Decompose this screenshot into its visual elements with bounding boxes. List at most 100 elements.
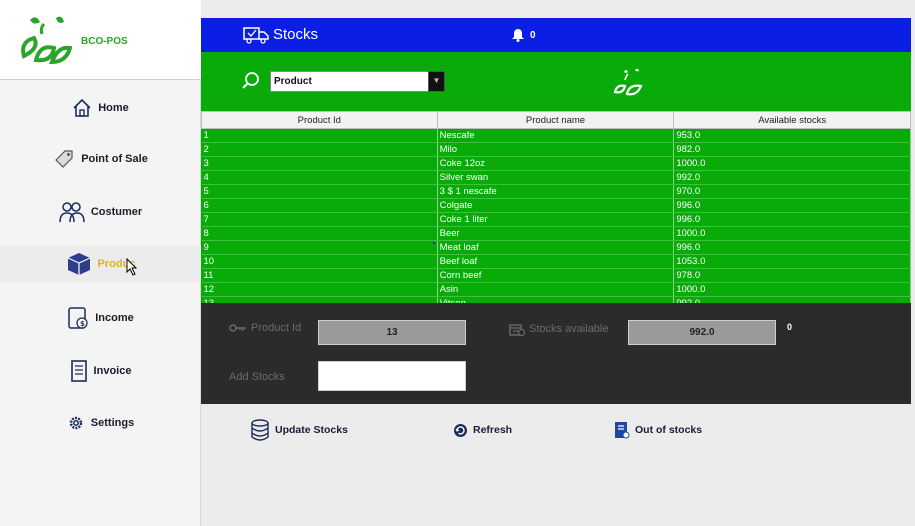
main-content: Stocks 0 ▼ <box>201 0 915 526</box>
add-stocks-input[interactable] <box>318 361 466 391</box>
cell-available-stocks[interactable]: 1000.0 <box>673 156 911 171</box>
sidebar-item-point-of-sale[interactable]: Point of Sale <box>0 141 201 177</box>
cell-available-stocks[interactable]: 970.0 <box>673 184 911 199</box>
cell-product-id[interactable]: 7 <box>201 212 438 227</box>
cell-product-name[interactable]: Silver swan <box>437 170 675 185</box>
sidebar-item-settings[interactable]: Settings <box>0 405 201 441</box>
mouse-cursor-icon <box>126 258 138 276</box>
cell-product-name[interactable]: Coke 12oz <box>437 156 675 171</box>
cell-product-id[interactable]: 1 <box>201 128 438 143</box>
table-row[interactable]: 8 Beer 1000.0 <box>201 226 911 241</box>
cell-product-id[interactable]: 10 <box>201 254 438 269</box>
table-row[interactable]: 3 Coke 12oz 1000.0 <box>201 156 911 171</box>
header-bar: Stocks 0 <box>201 18 911 52</box>
cell-product-id[interactable]: 3 <box>201 156 438 171</box>
out-of-stocks-button[interactable]: Out of stocks <box>614 418 702 442</box>
refresh-button[interactable]: Refresh <box>453 418 512 442</box>
app-window: BCO-POS Home Point of Sale Costumer Prod… <box>0 0 915 526</box>
cell-available-stocks[interactable]: 953.0 <box>673 128 911 143</box>
delivery-truck-icon <box>243 27 269 44</box>
sidebar-item-costumer[interactable]: Costumer <box>0 194 201 230</box>
column-header-product-name[interactable]: Product name <box>436 111 675 129</box>
stock-counter-value: 0 <box>787 322 793 332</box>
notification-count: 0 <box>530 30 536 41</box>
sidebar-item-home[interactable]: Home <box>0 90 201 126</box>
sidebar-item-label: Home <box>98 102 129 114</box>
cell-product-name[interactable]: Asin <box>437 282 675 297</box>
leaf-logo-icon <box>21 16 72 65</box>
table-row[interactable]: 10 Beef loaf 1053.0 <box>201 254 911 269</box>
cell-available-stocks[interactable]: 1000.0 <box>673 226 911 241</box>
cell-product-id[interactable]: 4 <box>201 170 438 185</box>
add-stocks-label-text: Add Stocks <box>229 371 285 383</box>
table-row[interactable]: 12 Asin 1000.0 <box>201 282 911 297</box>
cell-available-stocks[interactable]: 982.0 <box>673 142 911 157</box>
sidebar-item-label: Point of Sale <box>81 153 148 165</box>
logo-area: BCO-POS <box>0 0 201 80</box>
stocks-available-field[interactable]: 992.0 <box>628 320 776 345</box>
chevron-down-icon[interactable]: ▼ <box>428 71 445 92</box>
out-of-stocks-label: Out of stocks <box>635 424 703 436</box>
table-row[interactable]: 1 Nescafe 953.0 <box>201 128 911 143</box>
cell-available-stocks[interactable]: 978.0 <box>673 268 911 283</box>
cell-available-stocks[interactable]: 1000.0 <box>673 282 911 297</box>
search-bar-area: ▼ <box>201 52 911 111</box>
table-row[interactable]: 2 Milo 982.0 <box>201 142 911 157</box>
cell-product-name[interactable]: 3 $ 1 nescafe <box>437 184 675 199</box>
cell-product-name[interactable]: Meat loaf <box>437 240 675 255</box>
product-id-field[interactable]: 13 <box>318 320 466 345</box>
cell-product-name[interactable]: Colgate <box>437 198 675 213</box>
update-stocks-label: Update Stocks <box>275 424 348 436</box>
cell-available-stocks[interactable]: 996.0 <box>673 240 911 255</box>
update-stocks-button[interactable]: Update Stocks <box>250 418 348 442</box>
database-icon <box>251 419 269 441</box>
cell-available-stocks[interactable]: 1053.0 <box>673 254 911 269</box>
sidebar-item-label: Income <box>95 312 134 324</box>
cell-available-stocks[interactable]: 992.0 <box>673 170 911 185</box>
cell-product-name[interactable]: Milo <box>437 142 675 157</box>
cell-product-id[interactable]: 11 <box>201 268 438 283</box>
table-row[interactable]: 7 Coke 1 liter 996.0 <box>201 212 911 227</box>
table-row[interactable]: 4 Silver swan 992.0 <box>201 170 911 185</box>
cell-product-id[interactable]: 9 <box>201 240 438 255</box>
table-row[interactable]: 11 Corn beef 978.0 <box>201 268 911 283</box>
cell-product-id[interactable]: 12 <box>201 282 438 297</box>
cell-product-id[interactable]: 6 <box>201 198 438 213</box>
cell-product-name[interactable]: Beer <box>437 226 675 241</box>
cell-product-name[interactable]: Corn beef <box>437 268 675 283</box>
sidebar-item-invoice[interactable]: Invoice <box>0 353 201 389</box>
add-stocks-label: Add Stocks <box>229 371 285 383</box>
home-icon <box>73 98 91 117</box>
cell-product-id[interactable]: 5 <box>201 184 438 199</box>
column-header-available-stocks[interactable]: Available stocks <box>673 111 911 129</box>
cell-product-name[interactable]: Nescafe <box>437 128 675 143</box>
stocks-table: Product Id Product name Available stocks… <box>201 111 911 303</box>
sidebar-item-product[interactable]: Produc <box>0 246 201 282</box>
cell-product-id[interactable]: 2 <box>201 142 438 157</box>
table-row[interactable]: 6 Colgate 996.0 <box>201 198 911 213</box>
users-icon <box>59 202 85 223</box>
search-field[interactable] <box>270 71 430 92</box>
out-of-stock-icon <box>615 422 630 439</box>
cell-product-name[interactable]: Beef loaf <box>437 254 675 269</box>
price-tag-icon <box>55 150 73 168</box>
refresh-icon <box>454 423 467 437</box>
stocks-available-label-text: Stocks available <box>529 323 609 335</box>
cell-product-id[interactable]: 8 <box>201 226 438 241</box>
column-header-product-id[interactable]: Product Id <box>201 111 438 129</box>
cell-available-stocks[interactable]: 996.0 <box>673 198 911 213</box>
sidebar-item-label: Invoice <box>93 365 132 377</box>
cell-product-name[interactable]: Coke 1 liter <box>437 212 675 227</box>
sidebar-item-income[interactable]: $ Income <box>0 300 201 336</box>
table-row[interactable]: 53 $ 1 nescafe 970.0 <box>201 184 911 199</box>
sidebar-item-label: Settings <box>90 417 135 429</box>
notification-bell-icon[interactable] <box>512 28 524 42</box>
edit-stock-panel: Product Id 13 Stocks available 992.0 0 A… <box>201 303 911 404</box>
stock-box-icon <box>509 324 525 336</box>
search-icon <box>242 72 259 89</box>
table-row[interactable]: 9 Meat loaf 996.0 <box>201 240 911 255</box>
product-id-label-text: Product Id <box>251 322 302 334</box>
logo-text: BCO-POS <box>81 36 128 47</box>
cell-available-stocks[interactable]: 996.0 <box>673 212 911 227</box>
sidebar: BCO-POS Home Point of Sale Costumer Prod… <box>0 0 201 526</box>
